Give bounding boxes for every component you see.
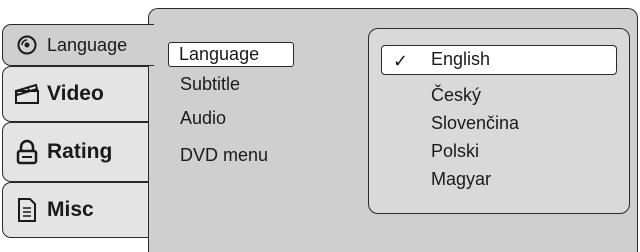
clapperboard-icon <box>13 80 41 108</box>
lock-icon <box>13 138 41 166</box>
tab-language[interactable]: Language <box>2 24 154 66</box>
document-icon <box>13 196 41 224</box>
tab-video[interactable]: Video <box>2 66 150 122</box>
option-polski[interactable]: Polski <box>431 141 479 162</box>
language-options-popup: ✓ English Český Slovenčina Polski Magyar <box>368 28 630 214</box>
tab-rating-label: Rating <box>47 140 113 163</box>
option-highlight <box>381 45 617 75</box>
option-english[interactable]: English <box>431 49 490 70</box>
tab-video-label: Video <box>47 82 104 105</box>
menu-item-dvd-menu[interactable]: DVD menu <box>180 145 268 166</box>
option-cesky[interactable]: Český <box>431 85 481 106</box>
option-slovencina[interactable]: Slovenčina <box>431 113 519 134</box>
tab-language-label: Language <box>47 34 128 55</box>
menu-item-language[interactable]: Language <box>168 42 294 67</box>
option-magyar[interactable]: Magyar <box>431 169 491 190</box>
checkmark-icon: ✓ <box>393 51 409 71</box>
menu-item-audio[interactable]: Audio <box>180 108 226 129</box>
tab-rating[interactable]: Rating <box>2 122 150 182</box>
tab-misc-label: Misc <box>47 198 94 221</box>
menu-item-subtitle[interactable]: Subtitle <box>180 74 240 95</box>
disc-icon <box>13 31 41 59</box>
tab-misc[interactable]: Misc <box>2 182 150 238</box>
